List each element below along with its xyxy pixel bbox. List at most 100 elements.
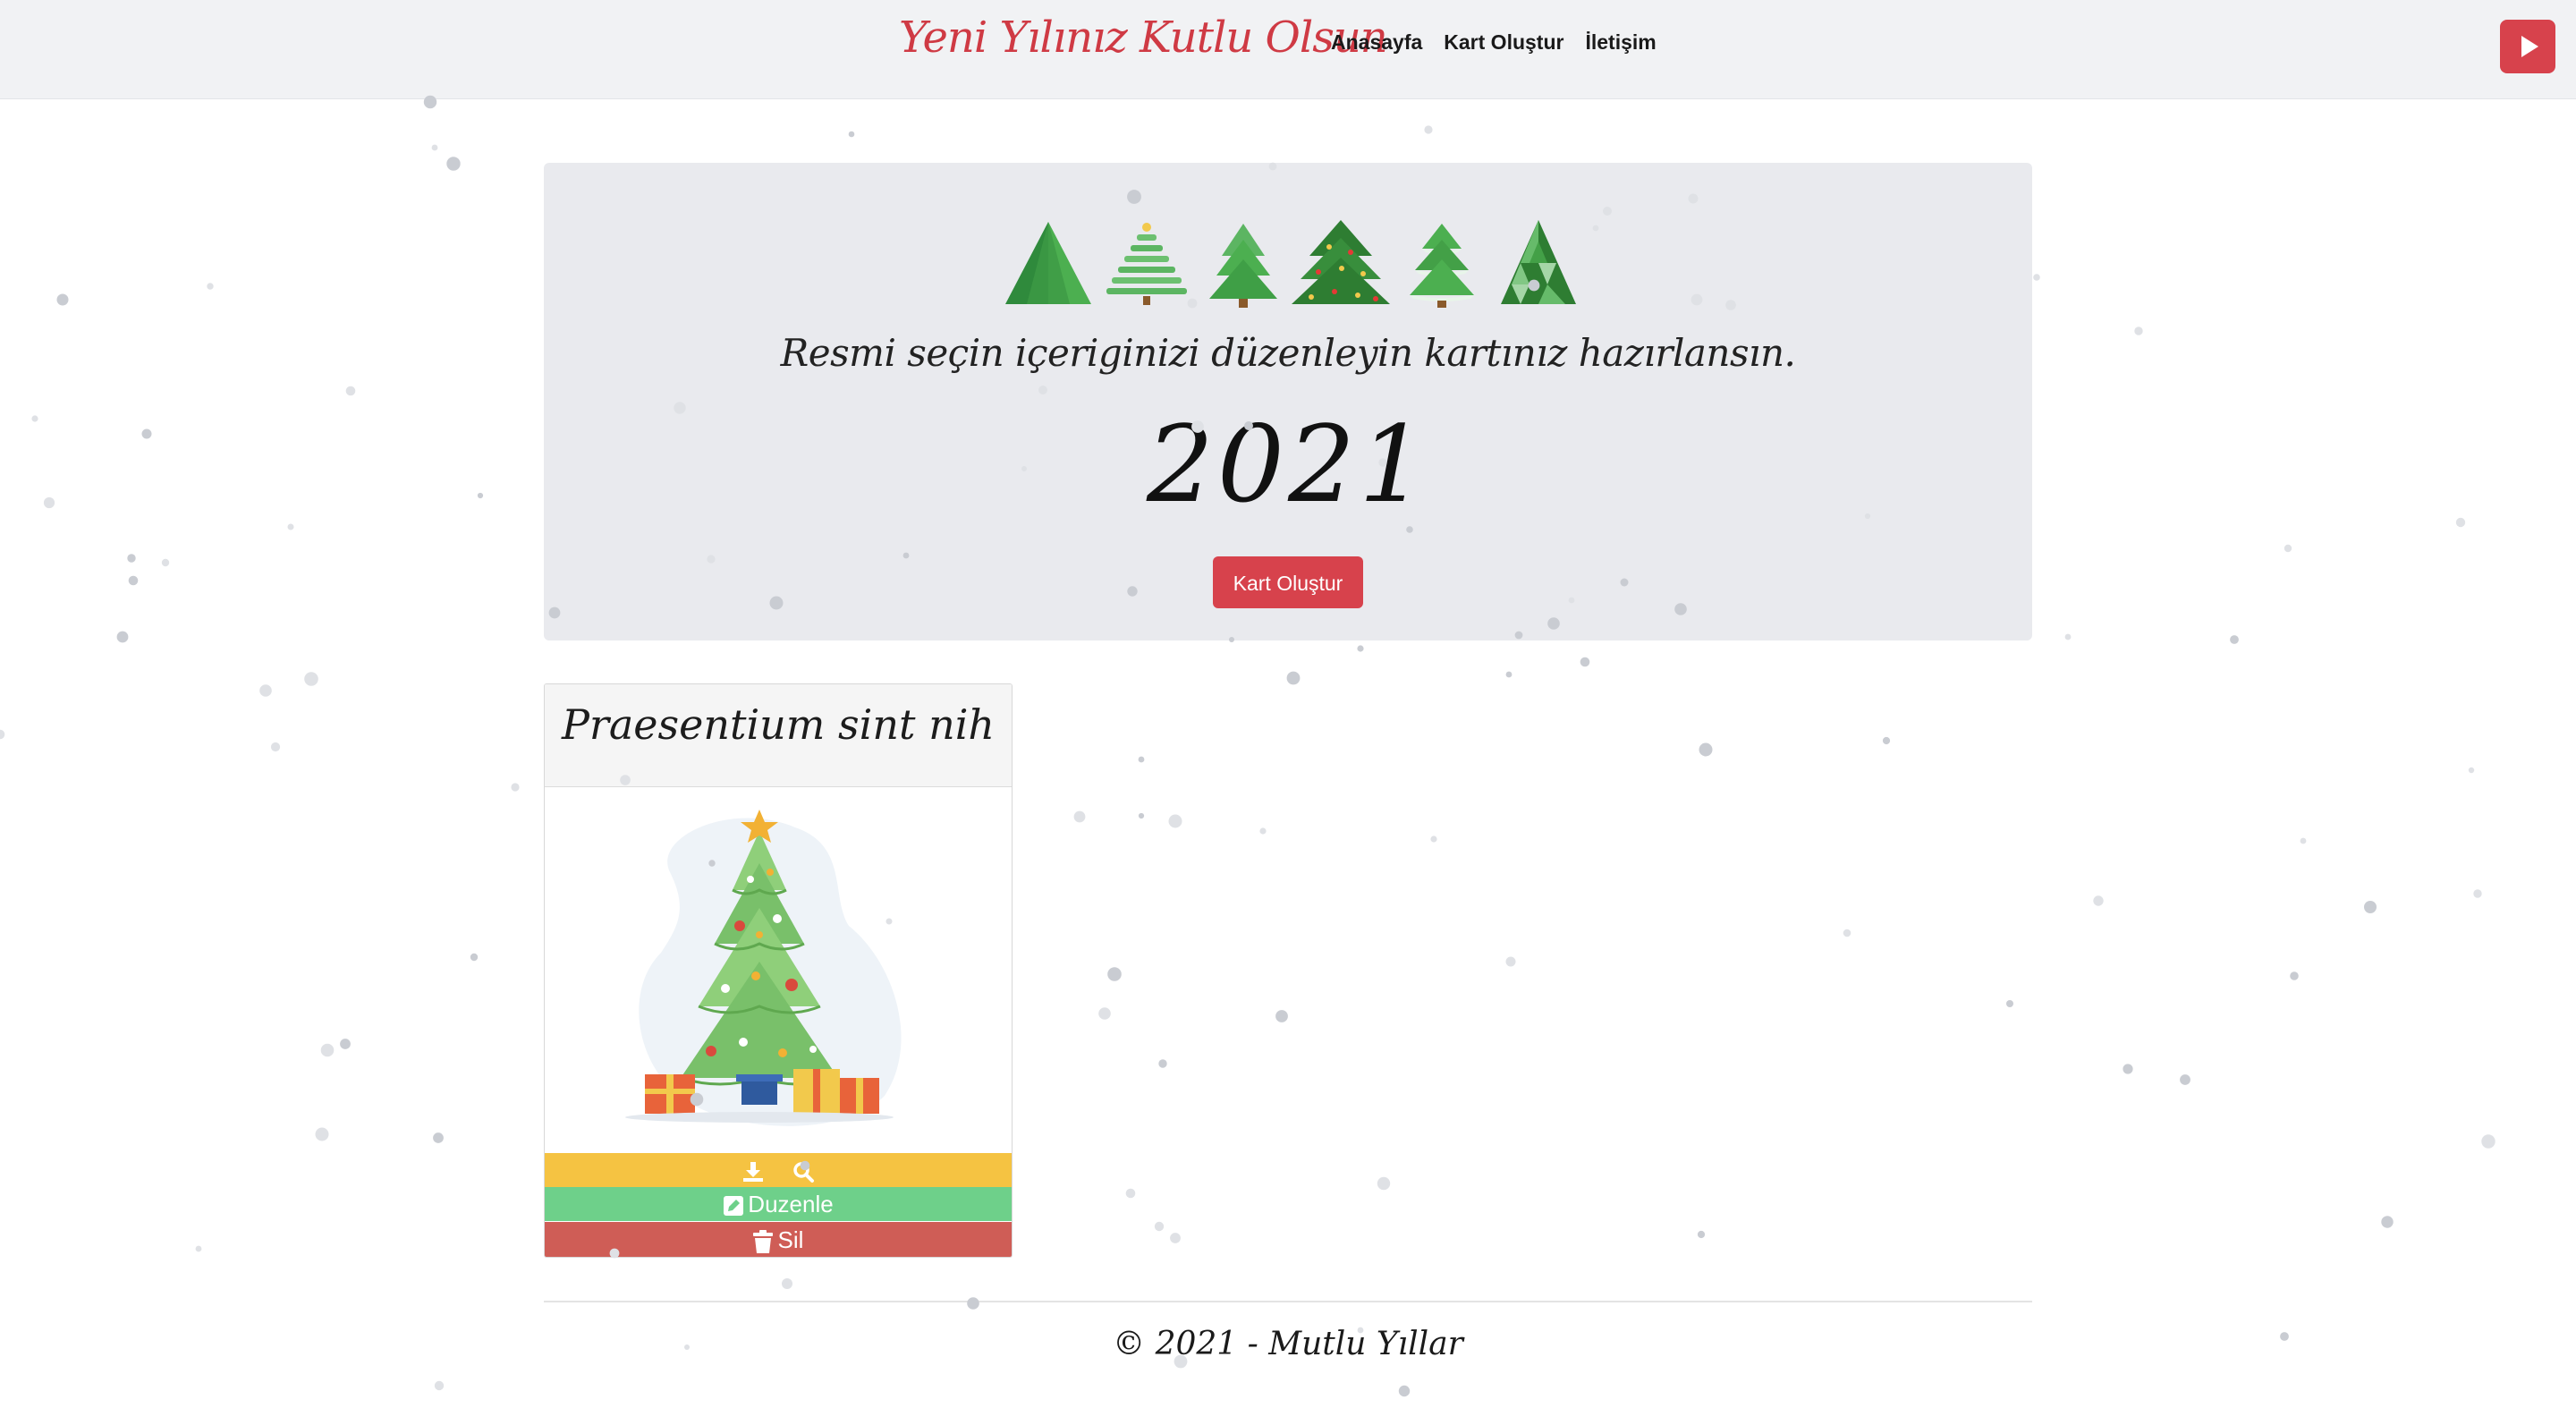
snowflake [1259,827,1267,835]
snowflake [1107,967,1122,981]
snowflake [2123,1064,2133,1074]
hero-panel: Resmi seçin içeriginizi düzenleyin kartı… [544,163,2032,640]
snowflake [2364,901,2377,913]
snowflake [1098,1007,1111,1020]
music-play-button[interactable] [2500,20,2555,73]
snowflake [967,1297,979,1310]
snowflake [1286,671,1301,685]
snowflake [43,496,55,509]
snowflake [345,386,356,396]
navbar: Yeni Yılınız Kutlu Olsun Anasayfa Kart O… [0,0,2576,99]
snowflake [0,729,5,740]
hero-year: 2021 [1146,403,1430,526]
tree-icons-row [1005,220,1576,308]
snowflake [270,742,281,752]
download-icon[interactable] [741,1160,765,1183]
snowflake [161,558,170,567]
snowflake [1275,1010,1288,1022]
card-title: Praesentium sint nih [561,700,996,749]
snowflake [1430,835,1437,843]
snowflake [2064,633,2072,640]
snowflake [2455,517,2466,528]
snowflake [287,523,294,530]
geometric-tree-icon [1501,220,1576,304]
snowflake [2033,274,2040,281]
play-icon [2521,36,2538,57]
snowflake [56,293,69,306]
snowy-tree-icon [1410,224,1474,308]
snowflake [2180,1074,2190,1085]
snowflake [1158,1059,1167,1068]
trash-icon [752,1230,773,1254]
snowflake [2473,889,2482,898]
snowflake [470,953,479,962]
card-header: Praesentium sint nih [545,684,1012,787]
snowflake [1398,1385,1411,1397]
snowflake [434,1380,445,1391]
footer-divider [544,1301,2032,1302]
snowflake [848,131,855,138]
footer-text: © 2021 - Mutlu Yıllar [1113,1326,1463,1362]
snowflake [195,1245,202,1252]
nav-links: Anasayfa Kart Oluştur İletişim [1331,30,1657,55]
snowflake [31,415,38,422]
greeting-card: Praesentium sint nih Duzenle Sil [544,683,1013,1258]
snowflake [2381,1216,2394,1228]
snowflake [1170,1233,1181,1243]
pine-tree-icon [1209,224,1277,308]
snowflake [2093,895,2104,906]
snowflake [128,575,139,586]
snowflake [116,631,129,643]
snowflake [1424,125,1433,134]
snowflake [2300,837,2307,844]
stacked-tree-icon [1106,223,1187,305]
snowflake [2006,1000,2013,1007]
snowflake [511,783,520,792]
snowflake [259,684,272,697]
snowflake [1699,742,1713,757]
snowflake [2284,544,2292,553]
snowflake [1138,756,1145,763]
snowflake [127,554,136,563]
delete-button[interactable]: Sil [545,1222,1012,1257]
snowflake [2134,327,2143,335]
hero-tagline: Resmi seçin içeriginizi düzenleyin kartı… [780,331,1796,375]
nav-link-create-card[interactable]: Kart Oluştur [1444,30,1563,55]
snowflake [1580,657,1590,667]
card-quick-actions [545,1153,1012,1187]
edit-label: Duzenle [748,1191,834,1217]
nav-link-contact[interactable]: İletişim [1585,30,1656,55]
paper-tree-icon [1005,222,1091,304]
search-icon[interactable] [792,1160,815,1183]
snowflake [1505,671,1513,678]
snowflake [1882,736,1891,745]
decorated-tree-icon [1292,220,1390,304]
snowflake [2230,635,2239,644]
snowflake [320,1043,335,1057]
create-card-button[interactable]: Kart Oluştur [1213,556,1363,608]
snowflake [1168,814,1182,828]
snowflake [1073,810,1086,823]
delete-label: Sil [777,1226,804,1253]
snowflake [1125,1188,1136,1199]
nav-link-home[interactable]: Anasayfa [1331,30,1422,55]
snowflake [315,1127,329,1141]
brand-title[interactable]: Yeni Yılınız Kutlu Olsun [899,13,1388,63]
snowflake [477,492,484,499]
snowflake [433,1132,444,1143]
snowflake [1505,956,1516,967]
snowflake [304,672,318,686]
edit-button[interactable]: Duzenle [545,1187,1012,1221]
snowflake [141,428,152,439]
snowflake [446,157,461,171]
snowflake [2481,1134,2496,1149]
snowflake [1843,929,1852,937]
snowflake [782,1278,792,1289]
christmas-tree-illustration [625,810,902,1126]
snowflake [207,283,214,290]
snowflake [1138,812,1145,819]
snowflake [340,1039,351,1049]
snowflake [1377,1176,1391,1191]
edit-icon [724,1196,744,1217]
snowflake [1697,1230,1706,1239]
